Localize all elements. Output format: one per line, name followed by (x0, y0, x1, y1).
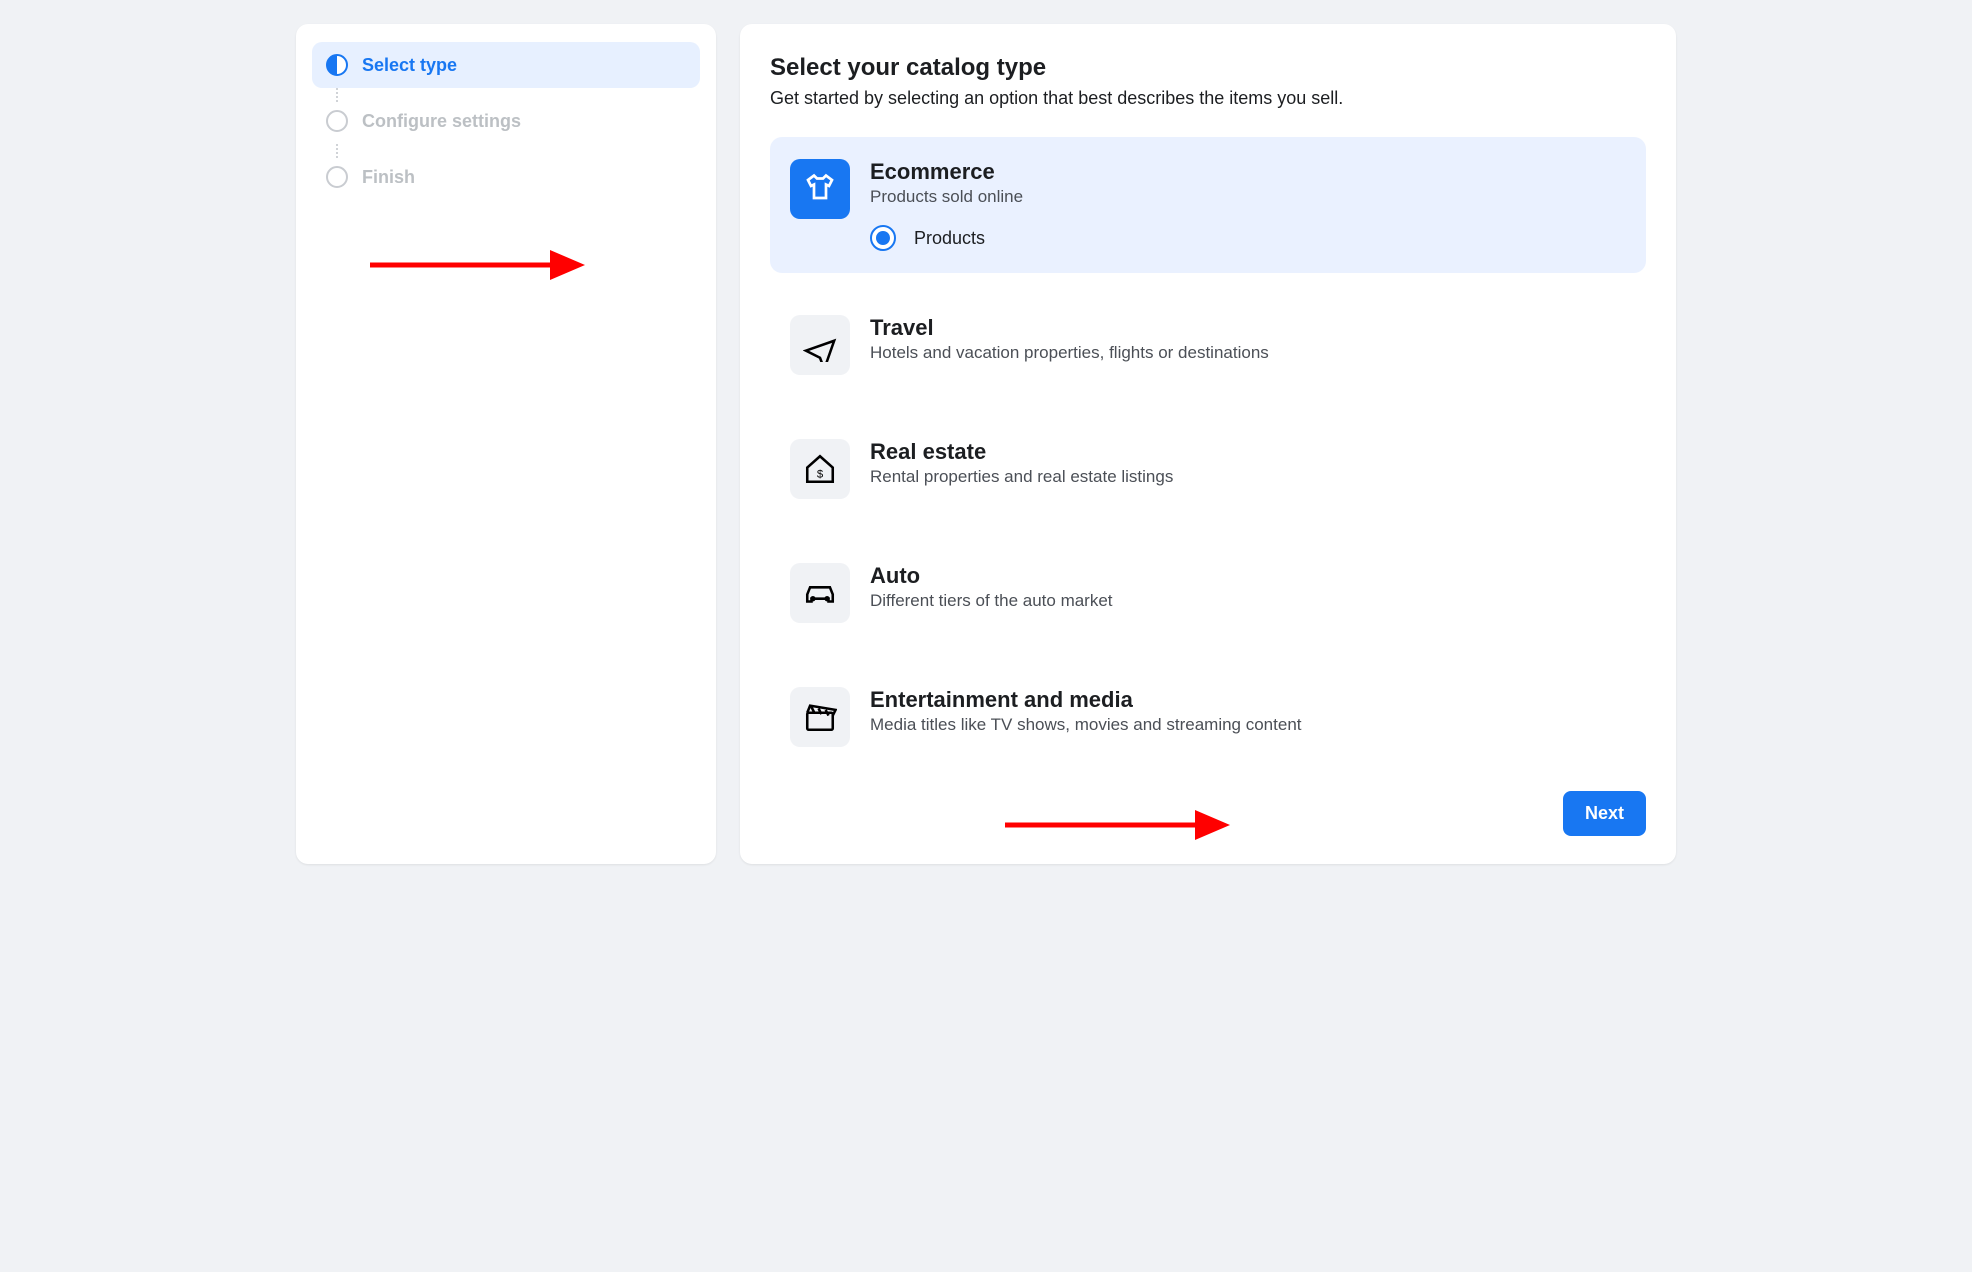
option-travel[interactable]: Travel Hotels and vacation properties, f… (770, 293, 1646, 397)
catalog-type-options: Ecommerce Products sold online Products … (770, 137, 1646, 769)
circle-icon (326, 166, 348, 188)
option-entertainment[interactable]: Entertainment and media Media titles lik… (770, 665, 1646, 769)
house-dollar-icon: $ (790, 439, 850, 499)
option-desc: Different tiers of the auto market (870, 591, 1626, 611)
annotation-arrow-icon (1005, 805, 1235, 845)
radio-products-row[interactable]: Products (870, 225, 1626, 251)
option-title: Auto (870, 563, 1626, 589)
option-desc: Hotels and vacation properties, flights … (870, 343, 1626, 363)
stepper-sidebar: Select type Configure settings Finish (296, 24, 716, 864)
step-finish: Finish (312, 154, 700, 200)
option-title: Entertainment and media (870, 687, 1626, 713)
main-panel: Select your catalog type Get started by … (740, 24, 1676, 864)
svg-text:$: $ (817, 469, 824, 481)
step-label: Configure settings (362, 111, 521, 132)
step-select-type[interactable]: Select type (312, 42, 700, 88)
circle-icon (326, 110, 348, 132)
page-title: Select your catalog type (770, 54, 1646, 82)
option-desc: Rental properties and real estate listin… (870, 467, 1626, 487)
next-button[interactable]: Next (1563, 791, 1646, 836)
radio-label: Products (914, 228, 985, 249)
clapperboard-icon (790, 687, 850, 747)
option-desc: Products sold online (870, 187, 1626, 207)
option-title: Real estate (870, 439, 1626, 465)
option-real-estate[interactable]: $ Real estate Rental properties and real… (770, 417, 1646, 521)
plane-icon (790, 315, 850, 375)
option-title: Travel (870, 315, 1626, 341)
step-label: Select type (362, 55, 457, 76)
step-configure-settings: Configure settings (312, 98, 700, 144)
page-subtitle: Get started by selecting an option that … (770, 88, 1646, 109)
annotation-arrow-icon (370, 245, 590, 285)
tshirt-icon (790, 159, 850, 219)
option-title: Ecommerce (870, 159, 1626, 185)
step-label: Finish (362, 167, 415, 188)
option-desc: Media titles like TV shows, movies and s… (870, 715, 1626, 735)
option-auto[interactable]: Auto Different tiers of the auto market (770, 541, 1646, 645)
radio-selected-icon[interactable] (870, 225, 896, 251)
half-circle-icon (326, 54, 348, 76)
option-ecommerce[interactable]: Ecommerce Products sold online Products (770, 137, 1646, 273)
car-icon (790, 563, 850, 623)
